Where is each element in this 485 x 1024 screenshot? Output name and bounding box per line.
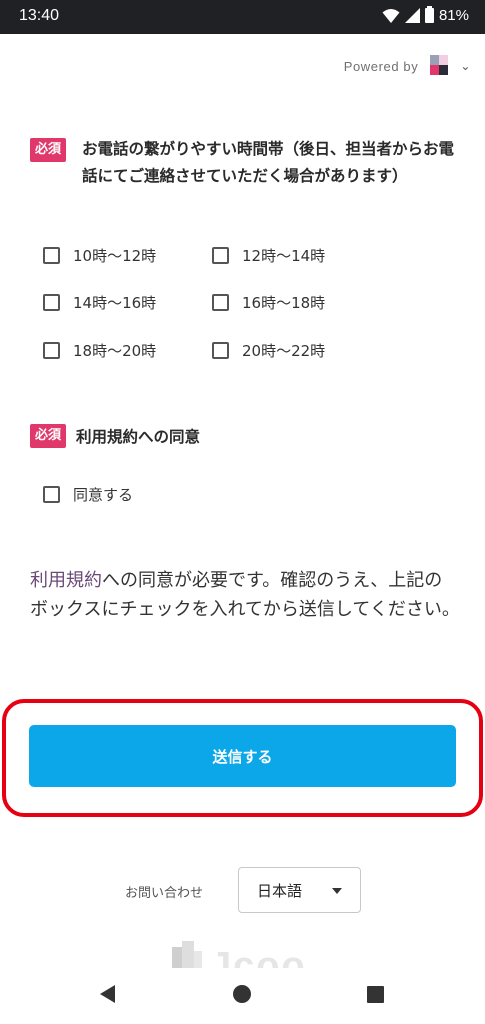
question-label: 利用規約への同意 — [76, 428, 201, 446]
checkbox[interactable] — [212, 342, 229, 359]
checkbox-option-12-14[interactable]: 12時〜14時 — [212, 245, 325, 266]
option-label: 14時〜16時 — [73, 294, 157, 312]
checkbox[interactable] — [212, 294, 229, 311]
checkbox[interactable] — [212, 247, 229, 264]
consent-notice: 利用規約への同意が必要です。確認のうえ、上記のボックスにチェックを入れてから送信… — [30, 566, 460, 624]
required-badge: 必須 — [30, 424, 67, 448]
language-select[interactable]: 日本語 — [238, 867, 361, 913]
language-value: 日本語 — [257, 881, 303, 900]
checkbox-option-18-20[interactable]: 18時〜20時 — [43, 340, 156, 361]
status-time: 13:40 — [19, 7, 60, 24]
checkbox-option-10-12[interactable]: 10時〜12時 — [43, 245, 156, 266]
colorful-squares-logo-icon — [430, 55, 449, 75]
submit-button[interactable]: 送信する — [29, 725, 456, 787]
brand-text: Jcoo — [210, 945, 307, 969]
powered-by-label: Powered by — [343, 58, 419, 74]
option-label: 12時〜14時 — [242, 247, 326, 265]
checkbox-option-16-18[interactable]: 16時〜18時 — [212, 292, 325, 313]
question-label: お電話の繋がりやすい時間帯（後日、担当者からお電話にてご連絡させていただく場合が… — [82, 140, 455, 185]
brand-logo: Jcoo — [168, 941, 320, 969]
battery-level: 81% — [438, 7, 469, 24]
checkbox[interactable] — [43, 247, 60, 264]
checkbox[interactable] — [43, 342, 60, 359]
brand-mark-icon — [172, 941, 202, 969]
terms-link[interactable]: 利用規約 — [30, 570, 102, 591]
option-label: 10時〜12時 — [73, 247, 157, 265]
caret-down-icon — [332, 888, 342, 894]
powered-by-menu[interactable]: Powered by ⌄ — [344, 55, 471, 77]
cellular-signal-icon — [404, 8, 420, 23]
status-icons: 81% — [382, 6, 469, 24]
question-terms-consent: 必須 利用規約への同意 — [30, 424, 200, 448]
checkbox-option-14-16[interactable]: 14時〜16時 — [43, 292, 156, 313]
checkbox-agree[interactable]: 同意する — [43, 484, 133, 505]
back-icon[interactable] — [100, 985, 115, 1003]
option-label: 16時〜18時 — [242, 294, 326, 312]
battery-icon — [424, 6, 434, 23]
home-icon[interactable] — [233, 985, 251, 1003]
required-badge: 必須 — [30, 138, 67, 162]
android-nav-bar — [0, 968, 485, 1024]
checkbox[interactable] — [43, 486, 60, 503]
chevron-down-icon: ⌄ — [460, 59, 471, 73]
checkbox-option-20-22[interactable]: 20時〜22時 — [212, 340, 325, 361]
checkbox[interactable] — [43, 294, 60, 311]
contact-link[interactable]: お問い合わせ — [125, 882, 203, 901]
option-label: 20時〜22時 — [242, 342, 326, 360]
option-label: 同意する — [73, 486, 134, 504]
status-bar: 13:40 81% — [0, 0, 485, 34]
recent-apps-icon[interactable] — [367, 986, 384, 1003]
wifi-icon — [382, 8, 400, 23]
question-call-time: 必須 お電話の繋がりやすい時間帯（後日、担当者からお電話にてご連絡させていただく… — [30, 136, 460, 190]
option-label: 18時〜20時 — [73, 342, 157, 360]
